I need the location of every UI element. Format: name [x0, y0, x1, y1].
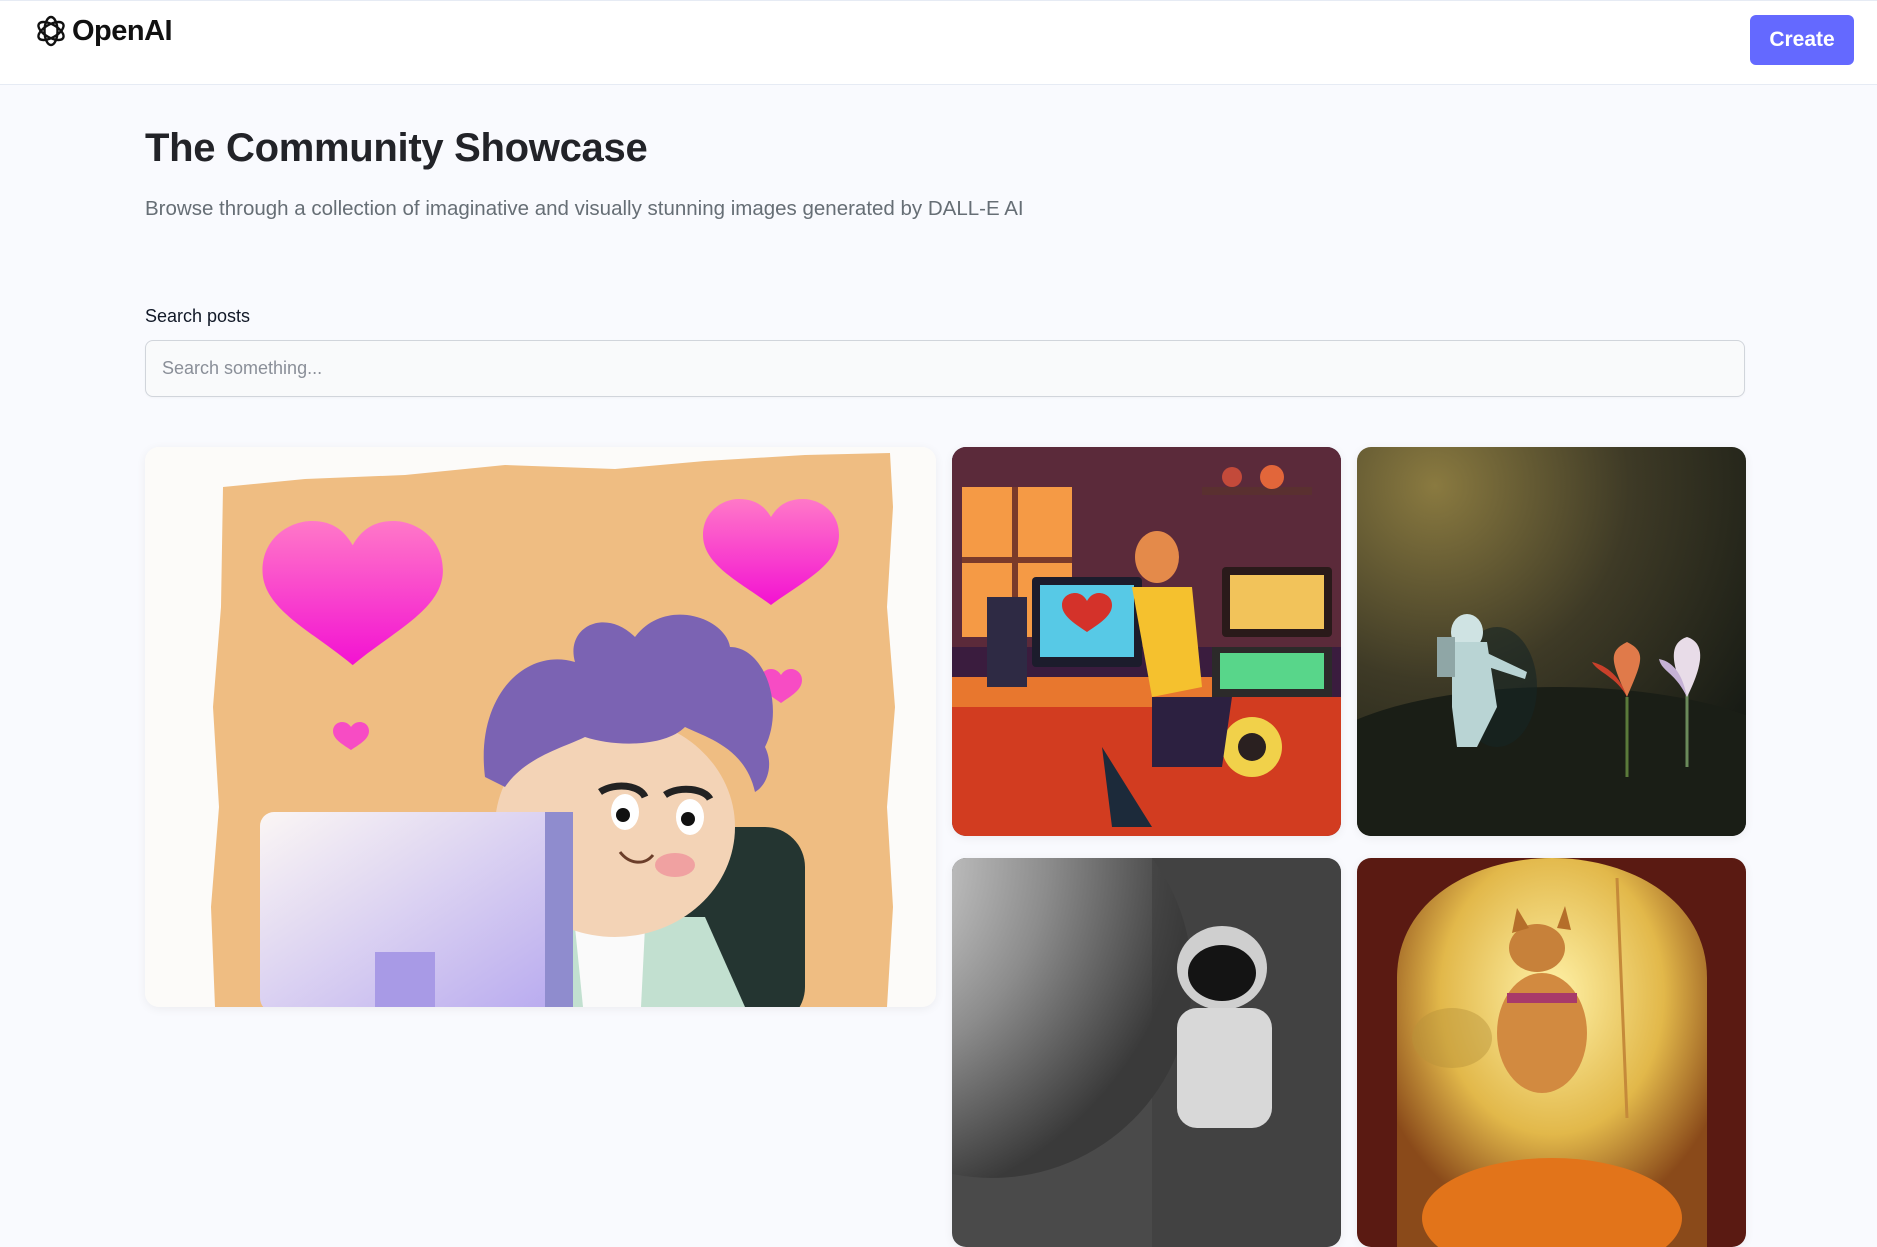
- dog-golden-archway-image: [1357, 858, 1746, 1247]
- openai-logo-icon: [33, 13, 69, 49]
- top-nav: OpenAI Create: [0, 0, 1877, 85]
- astronaut-moon-image: [952, 858, 1341, 1247]
- search-label: Search posts: [145, 306, 251, 326]
- create-button[interactable]: Create: [1750, 15, 1854, 65]
- gallery-card[interactable]: [145, 447, 936, 1007]
- home-logo-link[interactable]: OpenAI: [33, 13, 173, 49]
- gallery-card[interactable]: [1357, 447, 1746, 836]
- page-subtitle: Browse through a collection of imaginati…: [145, 197, 1024, 220]
- boy-computer-hearts-image: [145, 447, 936, 1007]
- astronaut-flowers-image: [1357, 447, 1746, 836]
- logo-text: OpenAI: [72, 14, 173, 47]
- search-input[interactable]: [145, 340, 1745, 397]
- gallery-card[interactable]: [1357, 858, 1746, 1247]
- gallery-card[interactable]: [952, 858, 1341, 1247]
- gaming-desk-image: [952, 447, 1341, 836]
- page-title: The Community Showcase: [145, 126, 648, 170]
- gallery-card[interactable]: [952, 447, 1341, 836]
